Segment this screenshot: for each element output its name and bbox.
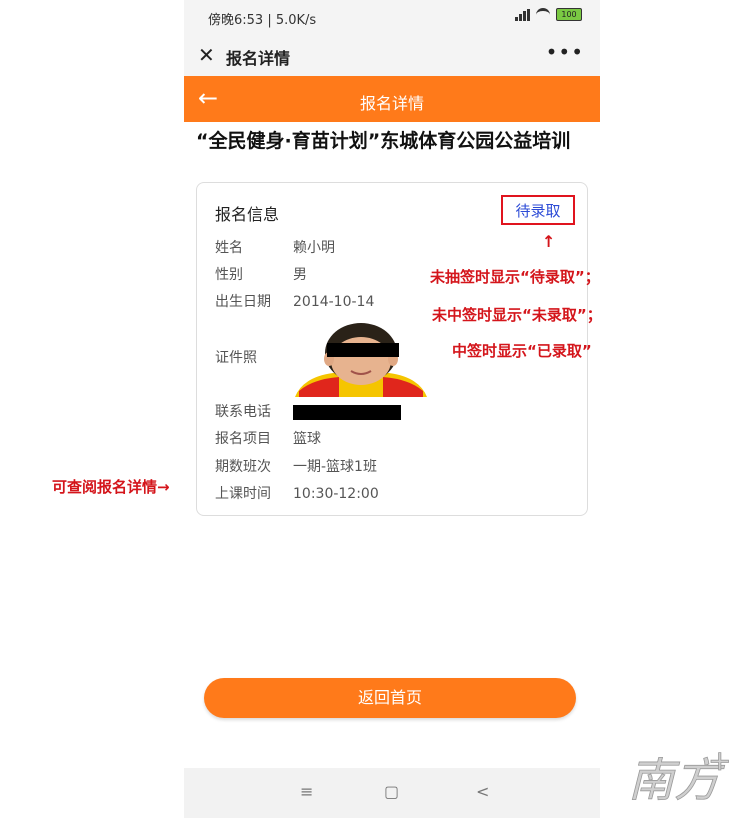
field-row-gender: 性别 男	[215, 264, 307, 284]
field-label: 期数班次	[215, 459, 271, 475]
annotation-line-2: 未中签时显示“未录取”；	[432, 306, 602, 324]
field-row-phone: 联系电话	[215, 401, 401, 421]
page-title: “全民健身·育苗计划”东城体育公园公益培训	[196, 130, 571, 152]
battery-icon: 100	[556, 8, 582, 21]
field-row-class: 期数班次 一期-篮球1班	[215, 456, 377, 476]
status-link[interactable]: 待录取	[515, 200, 560, 221]
annotation-left-note: 可查阅报名详情→	[52, 478, 170, 496]
svg-text:+: +	[708, 744, 731, 777]
wifi-icon	[536, 8, 550, 21]
annotation-up-arrow: ↑	[542, 232, 556, 251]
back-nav-icon[interactable]: <	[476, 782, 489, 801]
status-time: 傍晚6:53 | 5.0K/s	[208, 13, 317, 28]
field-row-time: 上课时间 10:30-12:00	[215, 483, 379, 503]
field-value: 赖小明	[293, 240, 335, 256]
field-label: 姓名	[215, 240, 243, 256]
field-value: 一期-篮球1班	[293, 459, 377, 475]
field-row-photo: 证件照	[215, 347, 293, 367]
field-label: 证件照	[215, 350, 257, 366]
app-header: ← 报名详情	[184, 76, 600, 122]
field-row-birthdate: 出生日期 2014-10-14	[215, 291, 374, 311]
annotation-line-1: 未抽签时显示“待录取”；	[430, 268, 600, 286]
signal-icon	[515, 8, 530, 21]
wechat-title-bar: ✕ 报名详情 •••	[184, 34, 600, 76]
more-options-icon[interactable]: •••	[546, 40, 584, 64]
watermark-logo: 南方 +	[628, 744, 732, 808]
system-nav-bar: ≡ ▢ <	[184, 768, 600, 818]
home-nav-icon[interactable]: ▢	[384, 782, 399, 801]
field-label: 联系电话	[215, 404, 271, 420]
field-label: 上课时间	[215, 486, 271, 502]
close-icon[interactable]: ✕	[198, 43, 215, 67]
field-value: 男	[293, 267, 307, 283]
field-row-name: 姓名 赖小明	[215, 237, 335, 257]
redacted-phone	[293, 404, 401, 420]
status-bar: 傍晚6:53 | 5.0K/s 100	[184, 0, 600, 34]
card-heading: 报名信息	[215, 205, 280, 224]
field-value: 10:30-12:00	[293, 486, 379, 502]
annotation-line-3: 中签时显示“已录取”	[452, 342, 592, 360]
field-label: 报名项目	[215, 431, 271, 447]
wechat-title: 报名详情	[226, 49, 291, 68]
app-header-title: 报名详情	[359, 94, 424, 113]
field-label: 出生日期	[215, 294, 271, 310]
field-row-project: 报名项目 篮球	[215, 428, 321, 448]
return-home-button[interactable]: 返回首页	[204, 678, 576, 718]
field-value: 篮球	[293, 431, 321, 447]
id-photo	[293, 321, 429, 397]
status-highlight-box: 待录取	[501, 195, 575, 225]
field-value: 2014-10-14	[293, 294, 375, 310]
child-photo-image	[293, 321, 429, 397]
menu-nav-icon[interactable]: ≡	[300, 782, 313, 801]
field-label: 性别	[215, 267, 243, 283]
status-icons: 100	[515, 8, 582, 21]
